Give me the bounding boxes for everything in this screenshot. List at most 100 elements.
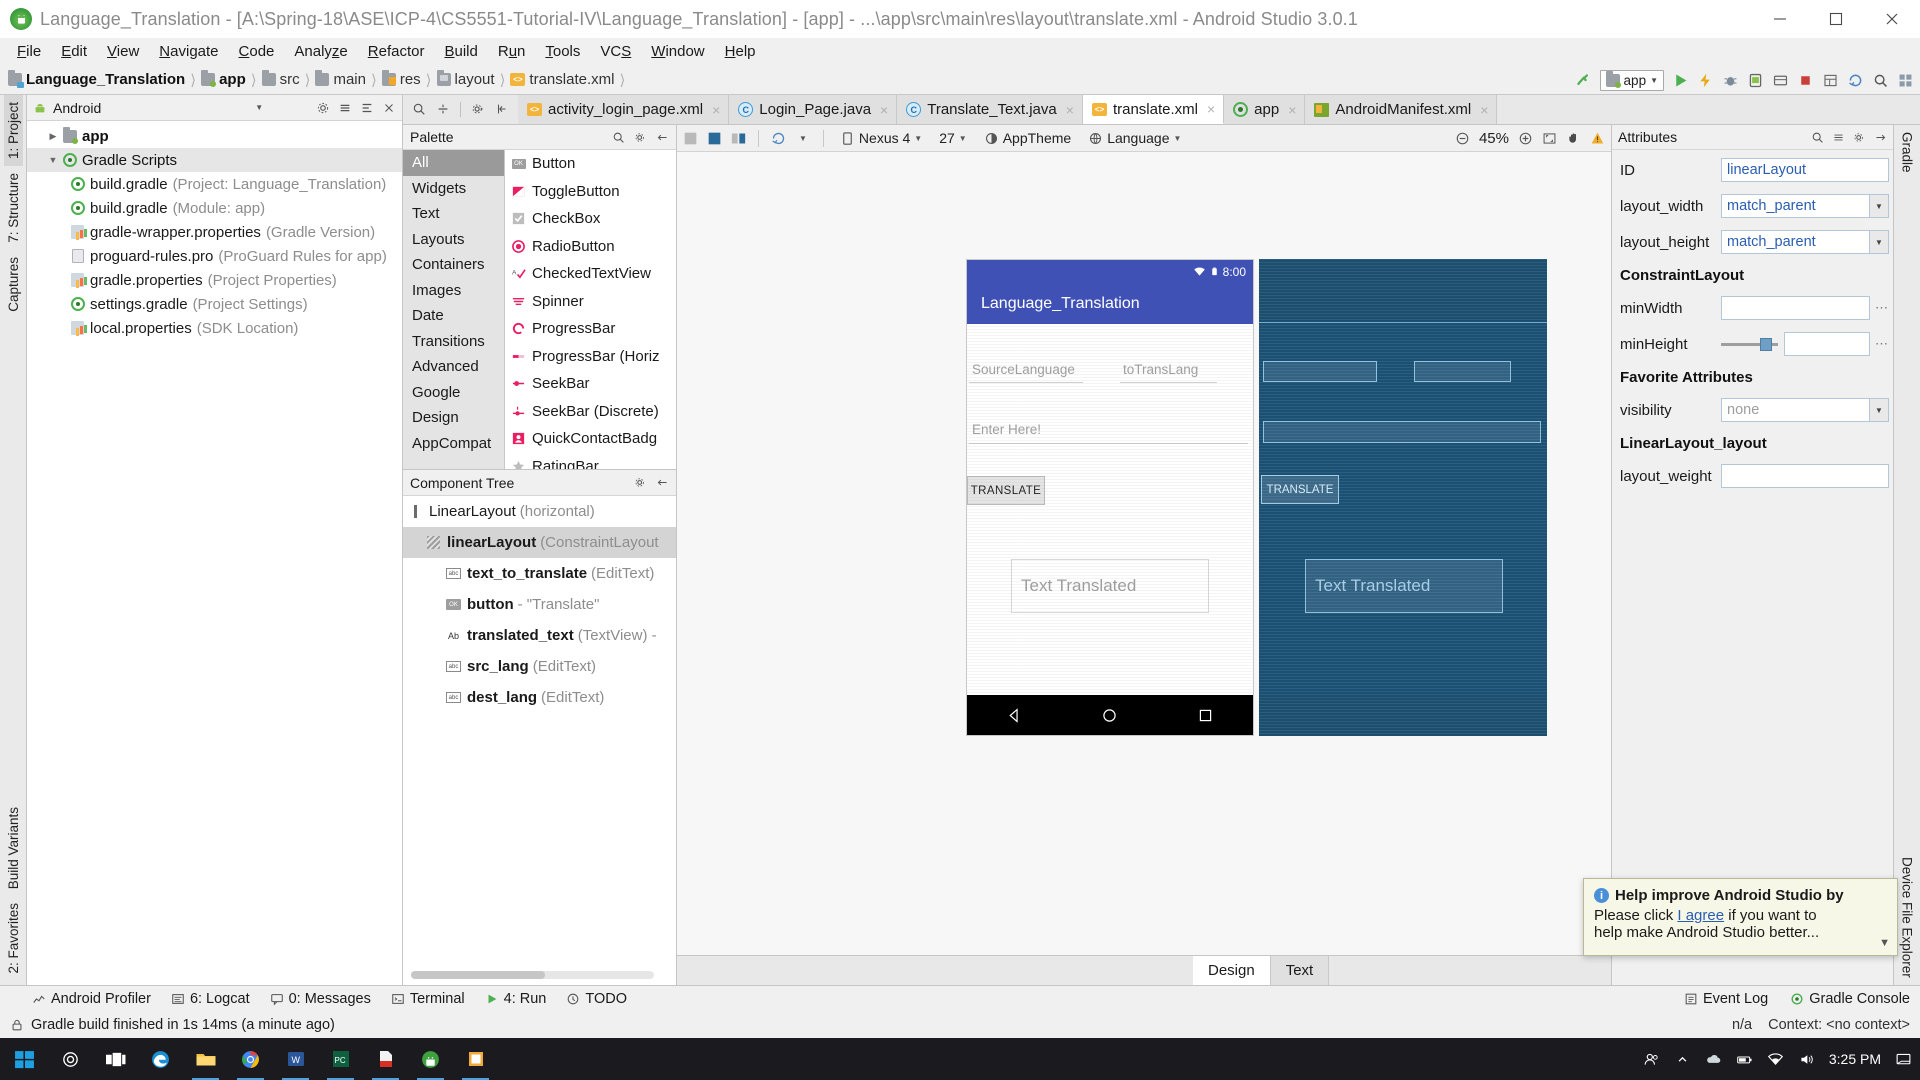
sidebar-item-project[interactable]: 1: Project [4, 95, 23, 166]
device-selector[interactable]: Nexus 4▼ [836, 129, 926, 147]
sidebar-item-captures[interactable]: Captures [4, 250, 23, 319]
pycharm-icon[interactable]: PC [318, 1038, 363, 1080]
theme-selector[interactable]: AppTheme [980, 129, 1075, 147]
menu-window[interactable]: Window [641, 41, 714, 62]
run-icon[interactable] [1671, 71, 1689, 89]
collapse-all-icon[interactable] [338, 101, 352, 115]
palette-category-design[interactable]: Design [403, 405, 504, 431]
close-icon[interactable]: × [712, 102, 720, 118]
attribute-row-layout-width[interactable]: layout_width match_parent ▼ [1612, 188, 1893, 224]
sidebar-item-device-file-explorer[interactable]: Device File Explorer [1898, 850, 1917, 985]
blueprint-preview[interactable]: TRANSLATE Text Translated [1259, 259, 1547, 736]
people-icon[interactable] [1643, 1051, 1660, 1068]
menu-file[interactable]: File [7, 41, 51, 62]
component-tree-row-translated-text[interactable]: Ab translated_text (TextView) - [403, 620, 676, 651]
palette-category-all[interactable]: All [403, 150, 504, 176]
palette-category-date[interactable]: Date [403, 303, 504, 329]
hide-icon[interactable] [656, 131, 669, 144]
layout-inspector-icon[interactable] [1821, 71, 1839, 89]
palette-item-progressbar-horizontal[interactable]: ProgressBar (Horiz [505, 343, 676, 371]
component-tree-scrollbar[interactable] [411, 971, 654, 979]
blueprint-enter-here-field[interactable] [1263, 421, 1541, 443]
blueprint-dest-language-field[interactable] [1414, 361, 1511, 382]
rotate-icon[interactable] [771, 131, 786, 146]
component-tree-row-dest-lang[interactable]: abc dest_lang (EditText) [403, 682, 676, 713]
menu-run[interactable]: Run [488, 41, 536, 62]
zoom-to-fit-icon[interactable] [1542, 131, 1557, 146]
palette-category-images[interactable]: Images [403, 278, 504, 304]
toolwindow-todo[interactable]: TODO [566, 991, 627, 1007]
gear-icon[interactable] [634, 131, 647, 144]
orientation-selector[interactable]: ▼ [795, 133, 811, 144]
minimize-icon[interactable] [1752, 0, 1808, 38]
gear-icon[interactable] [316, 101, 330, 115]
tree-item-build-gradle-project[interactable]: build.gradle (Project: Language_Translat… [27, 172, 402, 196]
editor-tab-android-manifest[interactable]: AndroidManifest.xml× [1305, 95, 1497, 124]
palette-category-text[interactable]: Text [403, 201, 504, 227]
menu-analyze[interactable]: Analyze [284, 41, 357, 62]
preview-dest-language-field[interactable]: toTransLang [1120, 362, 1217, 383]
close-icon[interactable]: × [1480, 102, 1488, 118]
lock-icon[interactable] [10, 1018, 24, 1032]
palette-item-seekbar-discrete[interactable]: SeekBar (Discrete) [505, 398, 676, 426]
design-canvas[interactable]: 8:00 Language_Translation SourceLanguage [677, 152, 1611, 955]
more-options-icon[interactable]: ⋯ [1875, 336, 1889, 352]
battery-icon[interactable] [1736, 1051, 1753, 1068]
project-tree[interactable]: ▶ app ▼ Gradle Scripts build.gradle (Pro… [27, 121, 402, 985]
cortana-search-icon[interactable] [48, 1038, 93, 1080]
tab-design[interactable]: Design [1193, 956, 1271, 985]
breadcrumb-item-app[interactable]: app [201, 71, 246, 88]
zoom-fit-icon[interactable] [412, 102, 426, 116]
chevron-down-icon[interactable]: ▼ [1869, 398, 1889, 422]
breadcrumb-item-layout[interactable]: layout [437, 71, 495, 88]
search-icon[interactable] [1871, 71, 1889, 89]
toolwindow-event-log[interactable]: Event Log [1684, 991, 1768, 1007]
editor-tab-translate-xml[interactable]: <> translate.xml× [1083, 95, 1224, 124]
menu-refactor[interactable]: Refactor [358, 41, 435, 62]
design-mode-icon[interactable] [683, 131, 698, 146]
avd-manager-icon[interactable] [1746, 71, 1764, 89]
zoom-in-icon[interactable] [1518, 131, 1533, 146]
menu-tools[interactable]: Tools [535, 41, 590, 62]
store-icon[interactable] [453, 1038, 498, 1080]
palette-category-transitions[interactable]: Transitions [403, 329, 504, 355]
onedrive-icon[interactable] [1705, 1051, 1722, 1068]
preview-translate-button[interactable]: TRANSLATE [967, 476, 1045, 505]
locale-selector[interactable]: Language▼ [1084, 129, 1185, 147]
menu-view[interactable]: View [97, 41, 149, 62]
api-selector[interactable]: 27▼ [935, 129, 971, 147]
pdf-icon[interactable] [363, 1038, 408, 1080]
both-mode-icon[interactable] [731, 131, 746, 146]
editor-tab-app[interactable]: app× [1224, 95, 1305, 124]
palette-item-quickcontactbadge[interactable]: QuickContactBadg [505, 425, 676, 453]
palette-item-button[interactable]: OKButton [505, 150, 676, 178]
toolwindow-logcat[interactable]: 6: Logcat [171, 991, 250, 1007]
close-icon[interactable]: × [1066, 102, 1074, 118]
palette-category-widgets[interactable]: Widgets [403, 176, 504, 202]
tree-item-gradle-scripts[interactable]: ▼ Gradle Scripts [27, 148, 402, 172]
gear-icon[interactable] [1853, 131, 1866, 144]
menu-vcs[interactable]: VCS [590, 41, 641, 62]
project-view-selector[interactable]: Android ▼ [33, 100, 263, 116]
action-center-icon[interactable] [1895, 1051, 1912, 1068]
menu-edit[interactable]: Edit [51, 41, 97, 62]
component-tree-row-text-to-translate[interactable]: abc text_to_translate (EditText) [403, 558, 676, 589]
minwidth-field[interactable] [1721, 296, 1870, 320]
split-icon[interactable] [436, 102, 450, 116]
close-icon[interactable]: × [1207, 101, 1215, 117]
palette-item-radiobutton[interactable]: RadioButton [505, 233, 676, 261]
blueprint-mode-icon[interactable] [707, 131, 722, 146]
menu-navigate[interactable]: Navigate [149, 41, 228, 62]
visibility-combo[interactable]: none ▼ [1721, 398, 1889, 422]
sdk-manager-icon[interactable] [1771, 71, 1789, 89]
breadcrumb-item-res[interactable]: res [382, 71, 421, 88]
show-hidden-icons-icon[interactable] [1674, 1051, 1691, 1068]
tab-text[interactable]: Text [1271, 956, 1330, 985]
chevron-down-icon[interactable]: ▼ [1879, 937, 1890, 949]
attributes-body[interactable]: ID linearLayout layout_width match_paren… [1612, 150, 1893, 985]
pan-icon[interactable] [1566, 131, 1581, 146]
gear-icon[interactable] [471, 102, 485, 116]
palette-items[interactable]: OKButton ToggleButton CheckBox RadioButt… [505, 150, 676, 469]
palette-category-layouts[interactable]: Layouts [403, 227, 504, 253]
menu-help[interactable]: Help [715, 41, 766, 62]
